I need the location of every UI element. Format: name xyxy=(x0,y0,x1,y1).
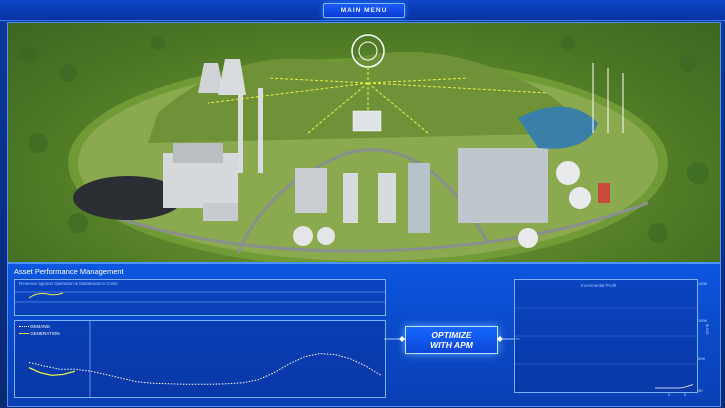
legend-generation-label: GENERATION xyxy=(30,331,60,336)
connector-lines xyxy=(384,336,520,342)
x-tick-5: 5 xyxy=(684,392,687,397)
y-tick-100k: 100K xyxy=(698,318,708,323)
profit-series-line xyxy=(655,384,694,389)
incremental-profit-chart: Incremental Profit xyxy=(514,279,698,393)
legend-demand-label: DEMAND xyxy=(30,324,50,329)
apm-panel: Asset Performance Management Revenue aga… xyxy=(7,263,721,407)
legend-demand: DEMAND xyxy=(19,324,50,329)
plant-illustration xyxy=(20,34,709,262)
demand-swatch xyxy=(19,326,29,328)
demand-chart-svg xyxy=(28,321,382,397)
profit-chart-svg xyxy=(515,307,697,389)
y-tick-0k: 0K xyxy=(698,388,703,393)
profit-chart-title: Incremental Profit xyxy=(581,283,617,288)
panel-title: Asset Performance Management xyxy=(14,267,124,276)
power-plant-scene xyxy=(7,22,721,263)
revenue-chart: Revenue against Operation & Maintenance … xyxy=(14,279,386,316)
demand-series-line xyxy=(28,353,382,385)
revenue-chart-title: Revenue against Operation & Maintenance … xyxy=(19,281,118,286)
y-tick-50k: 50K xyxy=(698,356,706,361)
y-tick-150k: 150K xyxy=(698,281,708,286)
demand-chart: DEMAND GENERATION xyxy=(14,320,386,398)
generation-swatch xyxy=(19,333,29,335)
top-bar: MAIN MENU xyxy=(0,0,725,21)
x-tick-0: 0 xyxy=(668,392,671,397)
legend-generation: GENERATION xyxy=(19,331,60,336)
y-axis-label: $USD xyxy=(705,324,710,335)
main-menu-button[interactable]: MAIN MENU xyxy=(323,3,405,18)
